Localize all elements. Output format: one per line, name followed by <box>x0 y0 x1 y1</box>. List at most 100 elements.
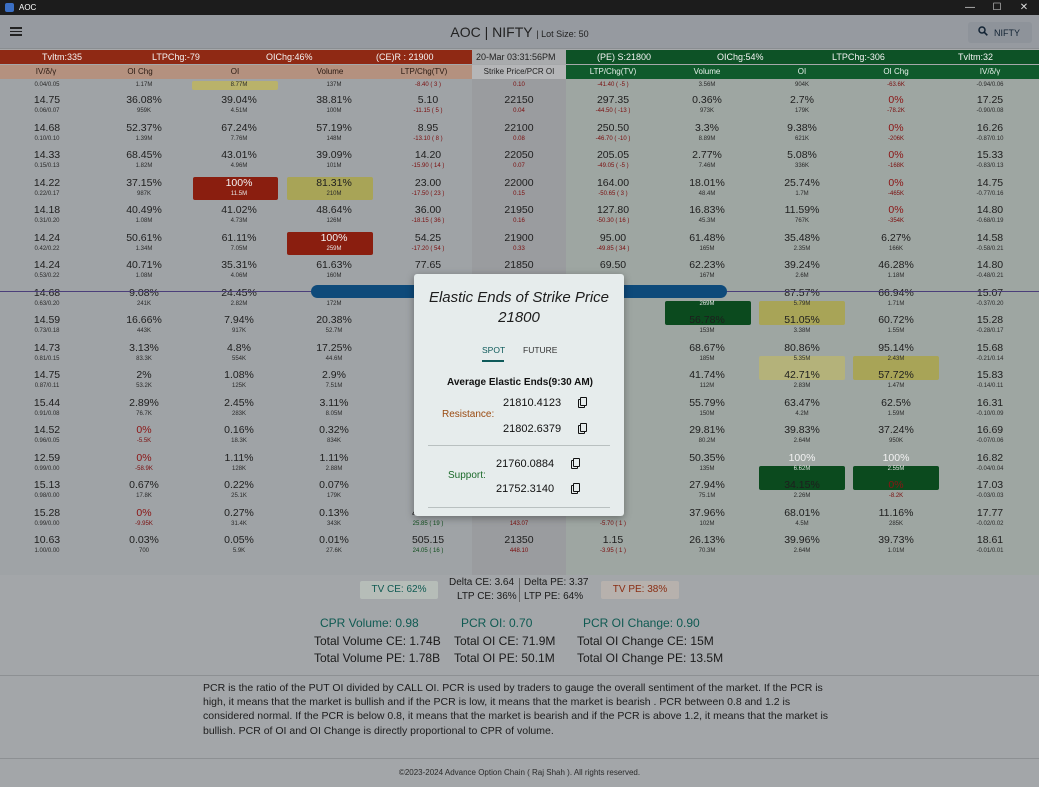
cell-c-iv: 15.28 0.99/0.00 <box>0 507 94 528</box>
elastic-ends-dialog: Elastic Ends of Strike Price 21800 SPOT … <box>414 274 624 516</box>
cell-value: 14.68 <box>33 286 61 299</box>
cell-value: 100% <box>320 231 348 244</box>
cell-c-oi: 43.01% 4.96M <box>192 149 286 170</box>
col-ltp: LTP/Chg(TV) <box>400 67 448 76</box>
cell-subvalue: 8.89M <box>698 135 716 142</box>
cell-value: 12.59 <box>33 451 61 464</box>
cell-value: 14.24 <box>33 231 61 244</box>
cell-subvalue: 102M <box>699 520 715 527</box>
cell-p-oi: 80.86% 5.35M <box>755 342 849 363</box>
cell-value: 61.11% <box>221 231 257 244</box>
total-oichg-pe: Total OI Change PE: 13.5M <box>577 651 724 665</box>
maximize-icon[interactable]: ☐ <box>985 0 1009 15</box>
cell-c-iv: 14.52 0.96/0.05 <box>0 424 94 445</box>
cell-subvalue: 285K <box>888 520 903 527</box>
cell-value: 0.22% <box>224 479 254 491</box>
col-oi: OI <box>230 67 240 76</box>
cell-value: 5.08% <box>787 149 817 161</box>
cell-p-iv: 14.58 -0.58/0.21 <box>943 232 1037 253</box>
minimize-icon[interactable]: — <box>958 0 982 15</box>
cell-subvalue: 172M <box>326 300 342 307</box>
cell-c-iv: 14.22 0.22/0.17 <box>0 177 94 198</box>
cell-c-vol: 81.31% 210M <box>287 177 381 198</box>
symbol-search-button[interactable]: NIFTY <box>968 22 1032 43</box>
cell-value: 0% <box>888 479 904 491</box>
cell-subvalue: 0.63/0.20 <box>34 300 60 307</box>
cell-p-iv: 15.33 -0.83/0.13 <box>943 149 1037 170</box>
window-titlebar: AOC — ☐ ✕ <box>0 0 1039 15</box>
cell-p-oichg: 57.72% 1.47M <box>849 369 943 390</box>
cell-p-vol: 2.77% 7.46M <box>660 149 754 170</box>
cell-value: 14.18 <box>33 204 61 216</box>
puts-summary-band: (PE) S:21800 OIChg:54% LTPChg:-306 TvItm… <box>566 50 1039 64</box>
cell-value: 14.59 <box>33 314 61 326</box>
cell-p-oichg: 60.72% 1.55M <box>849 314 943 335</box>
cell-subvalue: 0.96/0.05 <box>34 438 60 444</box>
cell-subvalue: 2.6M <box>795 273 809 279</box>
cell-value: 15.83 <box>976 369 1004 381</box>
cell-value: 41.74% <box>689 369 725 381</box>
cell-value: 25.74% <box>784 176 820 189</box>
cell-subvalue: -41.40 ( -5 ) <box>597 82 629 88</box>
cell-c-ltp: 8.95 -13.10 ( 8 ) <box>381 122 475 143</box>
cell-c-oichg: 9.08% 241K <box>97 287 191 308</box>
cell-value: 14.22 <box>33 176 61 189</box>
cell-c-oi: 0.05% 5.9K <box>192 534 286 555</box>
cell-value: 39.83% <box>784 424 820 436</box>
tab-future[interactable]: FUTURE <box>523 345 557 355</box>
cell-subvalue: 128K <box>231 465 246 472</box>
copy-icon[interactable] <box>578 397 587 408</box>
cell-subvalue: 0.10 <box>513 82 525 88</box>
partial-cell: 137M <box>287 81 381 89</box>
cell-subvalue: 137M <box>326 82 342 88</box>
cell-c-iv: 14.24 0.42/0.22 <box>0 232 94 253</box>
cell-p-iv: 17.77 -0.02/0.02 <box>943 507 1037 528</box>
cell-subvalue: 5.79M <box>793 300 811 307</box>
copy-icon[interactable] <box>571 483 580 494</box>
cell-value: 17.25% <box>316 341 352 354</box>
cell-c-vol: 39.09% 101M <box>287 149 381 170</box>
cell-value: 0.36% <box>692 94 722 106</box>
cell-value: 77.65 <box>414 259 442 271</box>
cell-value: 2.9% <box>322 369 346 381</box>
cell-c-iv: 12.59 0.99/0.00 <box>0 452 94 473</box>
tab-spot[interactable]: SPOT <box>482 345 505 355</box>
cell-subvalue: 283K <box>231 410 246 417</box>
cell-value: 3.13% <box>129 341 159 354</box>
cell-subvalue: 0.06/0.07 <box>34 108 60 114</box>
cell-subvalue: -0.21/0.14 <box>976 355 1004 362</box>
cell-subvalue: 259M <box>326 245 342 252</box>
cell-value: 14.33 <box>33 149 61 161</box>
cell-subvalue: -44.50 ( -13 ) <box>595 108 631 114</box>
cell-value: 0.13% <box>319 506 349 519</box>
copy-icon[interactable] <box>578 423 587 434</box>
cell-value: 5.10 <box>417 94 439 106</box>
cell-value: 56.78% <box>689 314 725 326</box>
cell-p-ltp: 95.00 -49.85 ( 34 ) <box>566 232 660 253</box>
total-oi-ce: Total OI CE: 71.9M <box>454 634 556 648</box>
partial-cell: 3.56M <box>660 81 754 89</box>
cell-c-iv: 14.75 0.06/0.07 <box>0 94 94 115</box>
cell-value: 0% <box>888 204 904 216</box>
cell-p-oi: 39.96% 2.64M <box>755 534 849 555</box>
cell-value: 0% <box>888 149 904 161</box>
cell-subvalue: 0.22/0.17 <box>34 190 60 197</box>
cell-subvalue: 2.88M <box>325 465 343 472</box>
cell-p-oichg: 95.14% 2.43M <box>849 342 943 363</box>
cell-subvalue: -465K <box>887 190 904 197</box>
cell-strike: 21850 <box>472 259 566 272</box>
cell-p-ltp: 164.00 -50.65 ( 3 ) <box>566 177 660 198</box>
cell-p-oichg: 46.28% 1.18M <box>849 259 943 280</box>
cell-c-oi: 35.31% 4.06M <box>192 259 286 280</box>
cell-value: 21900 <box>504 231 534 244</box>
cell-c-oi: 61.11% 7.05M <box>192 232 286 253</box>
total-oi-pe: Total OI PE: 50.1M <box>454 651 555 665</box>
cell-value: 36.00 <box>414 204 442 216</box>
copy-icon[interactable] <box>571 458 580 469</box>
cell-value: 34.15% <box>784 479 820 491</box>
close-icon[interactable]: ✕ <box>1012 0 1036 15</box>
cell-subvalue: -5.5K <box>136 438 152 444</box>
cell-value: 50.61% <box>126 231 162 244</box>
cell-subvalue: 1.55M <box>887 328 905 334</box>
cell-p-ltp: 297.35 -44.50 ( -13 ) <box>566 94 660 115</box>
